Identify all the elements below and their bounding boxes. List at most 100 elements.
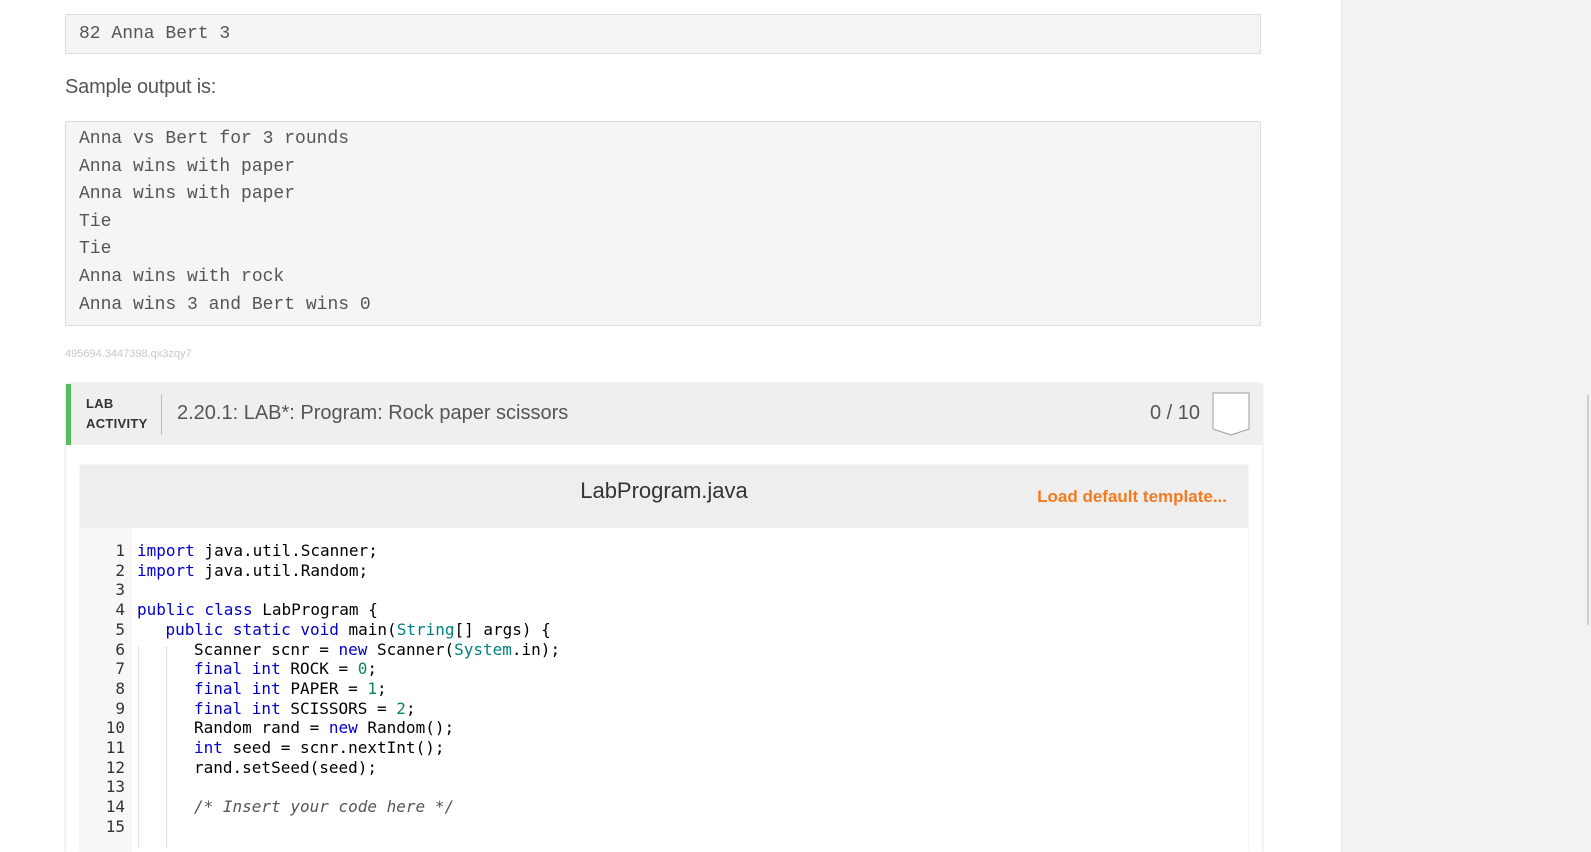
code-text: public static void main(String[] args) { xyxy=(166,620,551,640)
content-id: 495694.3447398.qx3zqy7 xyxy=(65,348,192,360)
code-token: System xyxy=(454,639,512,659)
header-divider xyxy=(161,394,162,435)
code-token: final int xyxy=(194,678,281,698)
editor-header: LabProgram.java Load default template... xyxy=(80,465,1248,528)
code-token: ; xyxy=(367,659,378,679)
code-text: final int SCISSORS = 2; xyxy=(194,699,416,719)
lab-type-line1: LAB xyxy=(86,396,114,411)
line-number: 12 xyxy=(105,757,125,777)
line-number: 15 xyxy=(105,816,125,836)
code-line[interactable]: 12 rand.setSeed(seed); xyxy=(80,758,1248,778)
line-number: 13 xyxy=(105,777,125,797)
lab-activity-card: LAB ACTIVITY 2.20.1: LAB*: Program: Rock… xyxy=(66,384,1262,852)
code-token: java.util.Scanner; xyxy=(194,541,378,560)
code-token: LabProgram { xyxy=(252,600,378,620)
line-number: 4 xyxy=(115,600,125,620)
lab-type-label: LAB ACTIVITY xyxy=(86,394,148,434)
line-number: 14 xyxy=(105,797,125,817)
code-token: /* Insert your code here */ xyxy=(194,797,455,817)
sample-output-label: Sample output is: xyxy=(65,76,217,98)
code-text: public class LabProgram { xyxy=(137,600,378,620)
code-line[interactable]: 2 import java.util.Random; xyxy=(80,561,1248,581)
code-token: final int xyxy=(194,698,281,718)
code-token: Scanner scnr = xyxy=(194,639,339,659)
code-text: final int PAPER = 1; xyxy=(194,679,387,699)
sample-output-line: Anna wins with paper xyxy=(79,184,296,205)
code-text: Random rand = new Random(); xyxy=(194,718,454,738)
sample-output-line: Anna wins 3 and Bert wins 0 xyxy=(79,294,371,315)
code-token: public static void xyxy=(165,619,339,639)
sample-output-line: Tie xyxy=(79,239,112,260)
code-line[interactable]: 7 final int ROCK = 0; xyxy=(80,659,1248,679)
code-token: rand.setSeed(seed); xyxy=(194,757,378,777)
line-number: 3 xyxy=(115,580,125,600)
code-token: main( xyxy=(338,619,397,639)
scrollbar-thumb[interactable] xyxy=(1587,395,1589,625)
code-line[interactable]: 4 public class LabProgram { xyxy=(80,600,1248,620)
code-token: ; xyxy=(377,678,387,698)
code-token: int xyxy=(194,738,223,757)
code-text: Scanner scnr = new Scanner(System.in); xyxy=(194,640,560,660)
code-token: SCISSORS = xyxy=(280,698,397,718)
right-side-panel xyxy=(1341,0,1591,852)
completion-badge-icon xyxy=(1212,392,1250,436)
code-line[interactable]: 13 xyxy=(80,777,1248,797)
sample-output-block: Anna vs Bert for 3 rounds Anna wins with … xyxy=(65,121,1261,326)
line-number: 2 xyxy=(115,560,125,580)
code-text: final int ROCK = 0; xyxy=(194,659,377,679)
code-token: Random rand = xyxy=(194,718,329,738)
code-token: Random(); xyxy=(357,718,455,738)
code-token: import xyxy=(137,560,195,580)
code-token: 2 xyxy=(396,698,406,718)
lab-type-line2: ACTIVITY xyxy=(86,416,148,431)
code-token: [] args) { xyxy=(454,619,551,639)
code-text: import java.util.Random; xyxy=(137,561,368,581)
load-default-template-button[interactable]: Load default template... xyxy=(1037,487,1227,507)
code-line[interactable]: 6 Scanner scnr = new Scanner(System.in); xyxy=(80,640,1248,660)
sample-output-line: Anna wins with rock xyxy=(79,266,285,287)
code-line[interactable]: 5 public static void main(String[] args) … xyxy=(80,620,1248,640)
code-text: rand.setSeed(seed); xyxy=(194,758,377,778)
code-line[interactable]: 15 xyxy=(80,817,1248,837)
code-text: /* Insert your code here */ xyxy=(194,797,454,817)
line-number: 9 xyxy=(115,698,125,718)
code-line[interactable]: 8 final int PAPER = 1; xyxy=(80,679,1248,699)
code-line[interactable]: 11 int seed = scnr.nextInt(); xyxy=(80,738,1248,758)
code-token: final int xyxy=(194,659,281,679)
sample-input-line: 82 Anna Bert 3 xyxy=(79,24,231,44)
code-token: ; xyxy=(405,698,416,718)
code-token: new xyxy=(338,639,368,659)
lab-activity-header: LAB ACTIVITY 2.20.1: LAB*: Program: Rock… xyxy=(66,384,1262,445)
code-line[interactable]: 3 xyxy=(80,580,1248,600)
code-token: 1 xyxy=(367,678,378,698)
code-token: String xyxy=(396,619,455,639)
sample-output-line: Tie xyxy=(79,211,112,232)
sample-output-line: Anna vs Bert for 3 rounds xyxy=(79,129,350,149)
code-token: seed = scnr.nextInt(); xyxy=(222,738,445,757)
line-number: 7 xyxy=(115,659,125,679)
code-line[interactable]: 14 /* Insert your code here */ xyxy=(80,797,1248,817)
code-token: ROCK = xyxy=(280,659,358,679)
lab-score: 0 / 10 xyxy=(1149,402,1200,424)
code-token: import xyxy=(137,541,195,560)
code-token: 0 xyxy=(357,659,368,679)
code-text-area[interactable]: 1 import java.util.Scanner; 2 import java.u… xyxy=(80,528,1248,852)
code-token: new xyxy=(328,718,358,738)
line-number: 5 xyxy=(115,619,125,639)
line-number: 1 xyxy=(115,541,125,560)
line-number: 6 xyxy=(115,639,125,659)
line-number: 11 xyxy=(105,738,125,757)
code-token: public class xyxy=(137,600,253,620)
code-token: java.util.Random; xyxy=(194,560,369,580)
code-line[interactable]: 9 final int SCISSORS = 2; xyxy=(80,699,1248,719)
code-line[interactable]: 1 import java.util.Scanner; xyxy=(80,541,1248,561)
code-text: import java.util.Scanner; xyxy=(137,541,378,561)
code-text: int seed = scnr.nextInt(); xyxy=(194,738,444,758)
lab-title: 2.20.1: LAB*: Program: Rock paper scisso… xyxy=(177,402,569,424)
code-line[interactable]: 10 Random rand = new Random(); xyxy=(80,718,1248,738)
code-editor: LabProgram.java Load default template...… xyxy=(80,465,1248,852)
sample-output-line: Anna wins with paper xyxy=(79,156,296,177)
code-token: .in); xyxy=(511,639,561,659)
line-number: 10 xyxy=(105,718,125,738)
code-token: PAPER = xyxy=(280,678,368,698)
